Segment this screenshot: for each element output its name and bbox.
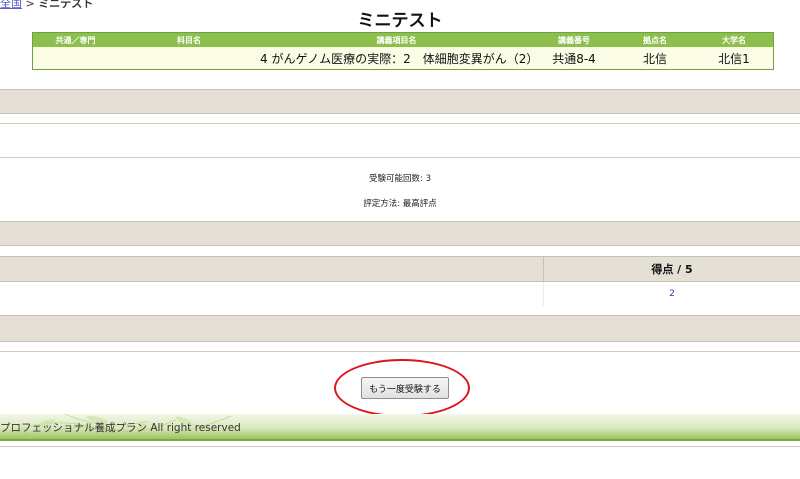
header-common: 共通／専門 xyxy=(55,35,96,45)
score-table-row: 2 xyxy=(0,282,800,306)
page-title: ミニテスト xyxy=(357,11,443,31)
divider-line-1 xyxy=(0,123,800,124)
section-band-2 xyxy=(0,221,800,246)
header-university: 大学名 xyxy=(722,35,746,45)
course-table-row: 4 がんゲノム医療の実際：2 体細胞変異がん（2） 共通8-4 北信 北信1 xyxy=(33,47,773,69)
score-table-header: 得点 / 5 xyxy=(0,256,800,282)
cell-item: 4 がんゲノム医療の実際：2 体細胞変異がん（2） xyxy=(260,51,539,66)
header-base: 拠点名 xyxy=(643,35,667,45)
cell-lecture-no: 共通8-4 xyxy=(552,51,596,66)
header-lecture-no: 講義番号 xyxy=(558,35,590,45)
score-header-label: 得点 / 5 xyxy=(651,263,693,276)
footer-copyright: プロフェッショナル養成プラン All right reserved xyxy=(0,422,241,434)
cell-base: 北信 xyxy=(642,51,667,66)
bottom-divider xyxy=(0,446,800,447)
score-value-link[interactable]: 2 xyxy=(544,282,800,306)
course-table-header: 共通／専門 科目名 講義項目名 講義番号 拠点名 大学名 xyxy=(33,33,773,47)
retry-test-button[interactable]: もう一度受験する xyxy=(361,377,449,399)
header-item: 講義項目名 xyxy=(376,35,417,45)
header-subject: 科目名 xyxy=(177,35,201,45)
footer: プロフェッショナル養成プラン All right reserved xyxy=(0,414,800,441)
attempts-text: 受験可能回数: 3 xyxy=(369,174,431,184)
divider-line-2 xyxy=(0,157,800,158)
section-band-1 xyxy=(0,89,800,114)
course-info-table: 共通／専門 科目名 講義項目名 講義番号 拠点名 大学名 4 がんゲノム医療の実… xyxy=(32,32,774,70)
section-band-3 xyxy=(0,315,800,342)
divider-line-3 xyxy=(0,351,800,352)
grading-method-text: 評定方法: 最高評点 xyxy=(363,199,437,209)
cell-university: 北信1 xyxy=(718,51,750,66)
